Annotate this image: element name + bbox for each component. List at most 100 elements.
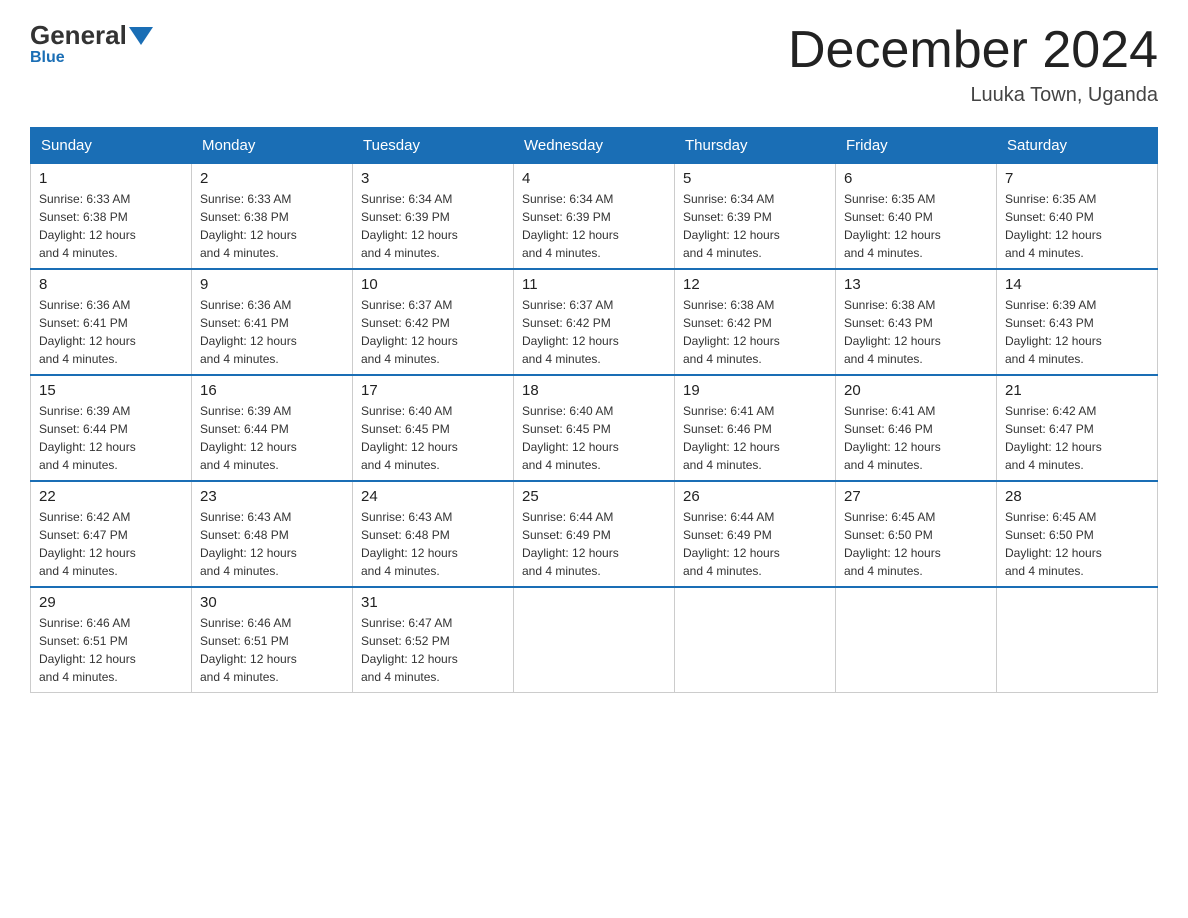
day-number: 10	[361, 276, 505, 293]
calendar-cell: 31 Sunrise: 6:47 AM Sunset: 6:52 PM Dayl…	[353, 587, 514, 693]
day-number: 19	[683, 382, 827, 399]
daylight-label: Daylight: 12 hours	[1005, 228, 1102, 242]
calendar-header-row: SundayMondayTuesdayWednesdayThursdayFrid…	[31, 128, 1158, 163]
sunrise-label: Sunrise: 6:42 AM	[39, 510, 130, 524]
day-number: 30	[200, 594, 344, 611]
sunrise-label: Sunrise: 6:39 AM	[200, 404, 291, 418]
sunset-label: Sunset: 6:47 PM	[1005, 422, 1094, 436]
calendar-cell: 3 Sunrise: 6:34 AM Sunset: 6:39 PM Dayli…	[353, 163, 514, 269]
calendar-cell: 19 Sunrise: 6:41 AM Sunset: 6:46 PM Dayl…	[675, 375, 836, 481]
sunset-label: Sunset: 6:39 PM	[683, 210, 772, 224]
calendar-cell: 2 Sunrise: 6:33 AM Sunset: 6:38 PM Dayli…	[192, 163, 353, 269]
sunset-label: Sunset: 6:43 PM	[1005, 316, 1094, 330]
calendar-cell: 30 Sunrise: 6:46 AM Sunset: 6:51 PM Dayl…	[192, 587, 353, 693]
daylight-extra: and 4 minutes.	[200, 564, 279, 578]
day-info: Sunrise: 6:41 AM Sunset: 6:46 PM Dayligh…	[683, 402, 827, 474]
day-info: Sunrise: 6:33 AM Sunset: 6:38 PM Dayligh…	[200, 190, 344, 262]
sunset-label: Sunset: 6:38 PM	[39, 210, 128, 224]
calendar-cell: 1 Sunrise: 6:33 AM Sunset: 6:38 PM Dayli…	[31, 163, 192, 269]
sunset-label: Sunset: 6:50 PM	[1005, 528, 1094, 542]
day-number: 23	[200, 488, 344, 505]
sunrise-label: Sunrise: 6:45 AM	[1005, 510, 1096, 524]
daylight-extra: and 4 minutes.	[39, 670, 118, 684]
day-info: Sunrise: 6:35 AM Sunset: 6:40 PM Dayligh…	[844, 190, 988, 262]
sunset-label: Sunset: 6:39 PM	[361, 210, 450, 224]
day-info: Sunrise: 6:39 AM Sunset: 6:44 PM Dayligh…	[200, 402, 344, 474]
day-info: Sunrise: 6:43 AM Sunset: 6:48 PM Dayligh…	[200, 508, 344, 580]
month-title: December 2024	[788, 20, 1158, 80]
daylight-label: Daylight: 12 hours	[39, 652, 136, 666]
calendar-cell: 12 Sunrise: 6:38 AM Sunset: 6:42 PM Dayl…	[675, 269, 836, 375]
day-info: Sunrise: 6:36 AM Sunset: 6:41 PM Dayligh…	[39, 296, 183, 368]
sunrise-label: Sunrise: 6:46 AM	[200, 616, 291, 630]
sunrise-label: Sunrise: 6:34 AM	[683, 192, 774, 206]
daylight-label: Daylight: 12 hours	[522, 546, 619, 560]
daylight-label: Daylight: 12 hours	[200, 440, 297, 454]
day-number: 12	[683, 276, 827, 293]
daylight-extra: and 4 minutes.	[522, 246, 601, 260]
calendar-cell: 14 Sunrise: 6:39 AM Sunset: 6:43 PM Dayl…	[997, 269, 1158, 375]
daylight-label: Daylight: 12 hours	[39, 334, 136, 348]
day-info: Sunrise: 6:34 AM Sunset: 6:39 PM Dayligh…	[683, 190, 827, 262]
calendar-cell: 11 Sunrise: 6:37 AM Sunset: 6:42 PM Dayl…	[514, 269, 675, 375]
day-number: 14	[1005, 276, 1149, 293]
sunset-label: Sunset: 6:49 PM	[683, 528, 772, 542]
day-info: Sunrise: 6:45 AM Sunset: 6:50 PM Dayligh…	[1005, 508, 1149, 580]
sunset-label: Sunset: 6:39 PM	[522, 210, 611, 224]
day-number: 5	[683, 170, 827, 187]
sunset-label: Sunset: 6:46 PM	[683, 422, 772, 436]
calendar-cell: 6 Sunrise: 6:35 AM Sunset: 6:40 PM Dayli…	[836, 163, 997, 269]
calendar-cell: 25 Sunrise: 6:44 AM Sunset: 6:49 PM Dayl…	[514, 481, 675, 587]
daylight-label: Daylight: 12 hours	[39, 546, 136, 560]
day-header-monday: Monday	[192, 128, 353, 163]
sunrise-label: Sunrise: 6:44 AM	[683, 510, 774, 524]
day-header-wednesday: Wednesday	[514, 128, 675, 163]
daylight-extra: and 4 minutes.	[361, 246, 440, 260]
sunset-label: Sunset: 6:40 PM	[844, 210, 933, 224]
calendar-cell: 4 Sunrise: 6:34 AM Sunset: 6:39 PM Dayli…	[514, 163, 675, 269]
sunset-label: Sunset: 6:44 PM	[200, 422, 289, 436]
day-number: 16	[200, 382, 344, 399]
calendar-cell: 23 Sunrise: 6:43 AM Sunset: 6:48 PM Dayl…	[192, 481, 353, 587]
sunrise-label: Sunrise: 6:38 AM	[844, 298, 935, 312]
day-number: 28	[1005, 488, 1149, 505]
day-info: Sunrise: 6:39 AM Sunset: 6:44 PM Dayligh…	[39, 402, 183, 474]
sunrise-label: Sunrise: 6:39 AM	[39, 404, 130, 418]
daylight-label: Daylight: 12 hours	[361, 228, 458, 242]
daylight-extra: and 4 minutes.	[1005, 246, 1084, 260]
daylight-extra: and 4 minutes.	[522, 564, 601, 578]
day-info: Sunrise: 6:44 AM Sunset: 6:49 PM Dayligh…	[522, 508, 666, 580]
sunrise-label: Sunrise: 6:41 AM	[844, 404, 935, 418]
sunset-label: Sunset: 6:44 PM	[39, 422, 128, 436]
sunset-label: Sunset: 6:45 PM	[522, 422, 611, 436]
daylight-label: Daylight: 12 hours	[522, 228, 619, 242]
calendar-cell	[514, 587, 675, 693]
logo-general: General	[30, 20, 127, 51]
sunrise-label: Sunrise: 6:34 AM	[361, 192, 452, 206]
daylight-extra: and 4 minutes.	[844, 564, 923, 578]
sunrise-label: Sunrise: 6:36 AM	[200, 298, 291, 312]
logo: General Blue	[30, 20, 155, 67]
calendar-week-row: 15 Sunrise: 6:39 AM Sunset: 6:44 PM Dayl…	[31, 375, 1158, 481]
daylight-extra: and 4 minutes.	[200, 352, 279, 366]
sunrise-label: Sunrise: 6:39 AM	[1005, 298, 1096, 312]
day-info: Sunrise: 6:37 AM Sunset: 6:42 PM Dayligh…	[361, 296, 505, 368]
daylight-extra: and 4 minutes.	[844, 246, 923, 260]
daylight-extra: and 4 minutes.	[39, 246, 118, 260]
calendar-week-row: 22 Sunrise: 6:42 AM Sunset: 6:47 PM Dayl…	[31, 481, 1158, 587]
day-number: 15	[39, 382, 183, 399]
daylight-label: Daylight: 12 hours	[361, 334, 458, 348]
title-section: December 2024 Luuka Town, Uganda	[788, 20, 1158, 107]
day-info: Sunrise: 6:35 AM Sunset: 6:40 PM Dayligh…	[1005, 190, 1149, 262]
sunrise-label: Sunrise: 6:34 AM	[522, 192, 613, 206]
day-header-thursday: Thursday	[675, 128, 836, 163]
day-header-friday: Friday	[836, 128, 997, 163]
daylight-extra: and 4 minutes.	[39, 352, 118, 366]
sunrise-label: Sunrise: 6:33 AM	[200, 192, 291, 206]
calendar-cell: 17 Sunrise: 6:40 AM Sunset: 6:45 PM Dayl…	[353, 375, 514, 481]
sunset-label: Sunset: 6:51 PM	[39, 634, 128, 648]
calendar-cell	[836, 587, 997, 693]
day-info: Sunrise: 6:41 AM Sunset: 6:46 PM Dayligh…	[844, 402, 988, 474]
day-number: 6	[844, 170, 988, 187]
sunrise-label: Sunrise: 6:35 AM	[844, 192, 935, 206]
